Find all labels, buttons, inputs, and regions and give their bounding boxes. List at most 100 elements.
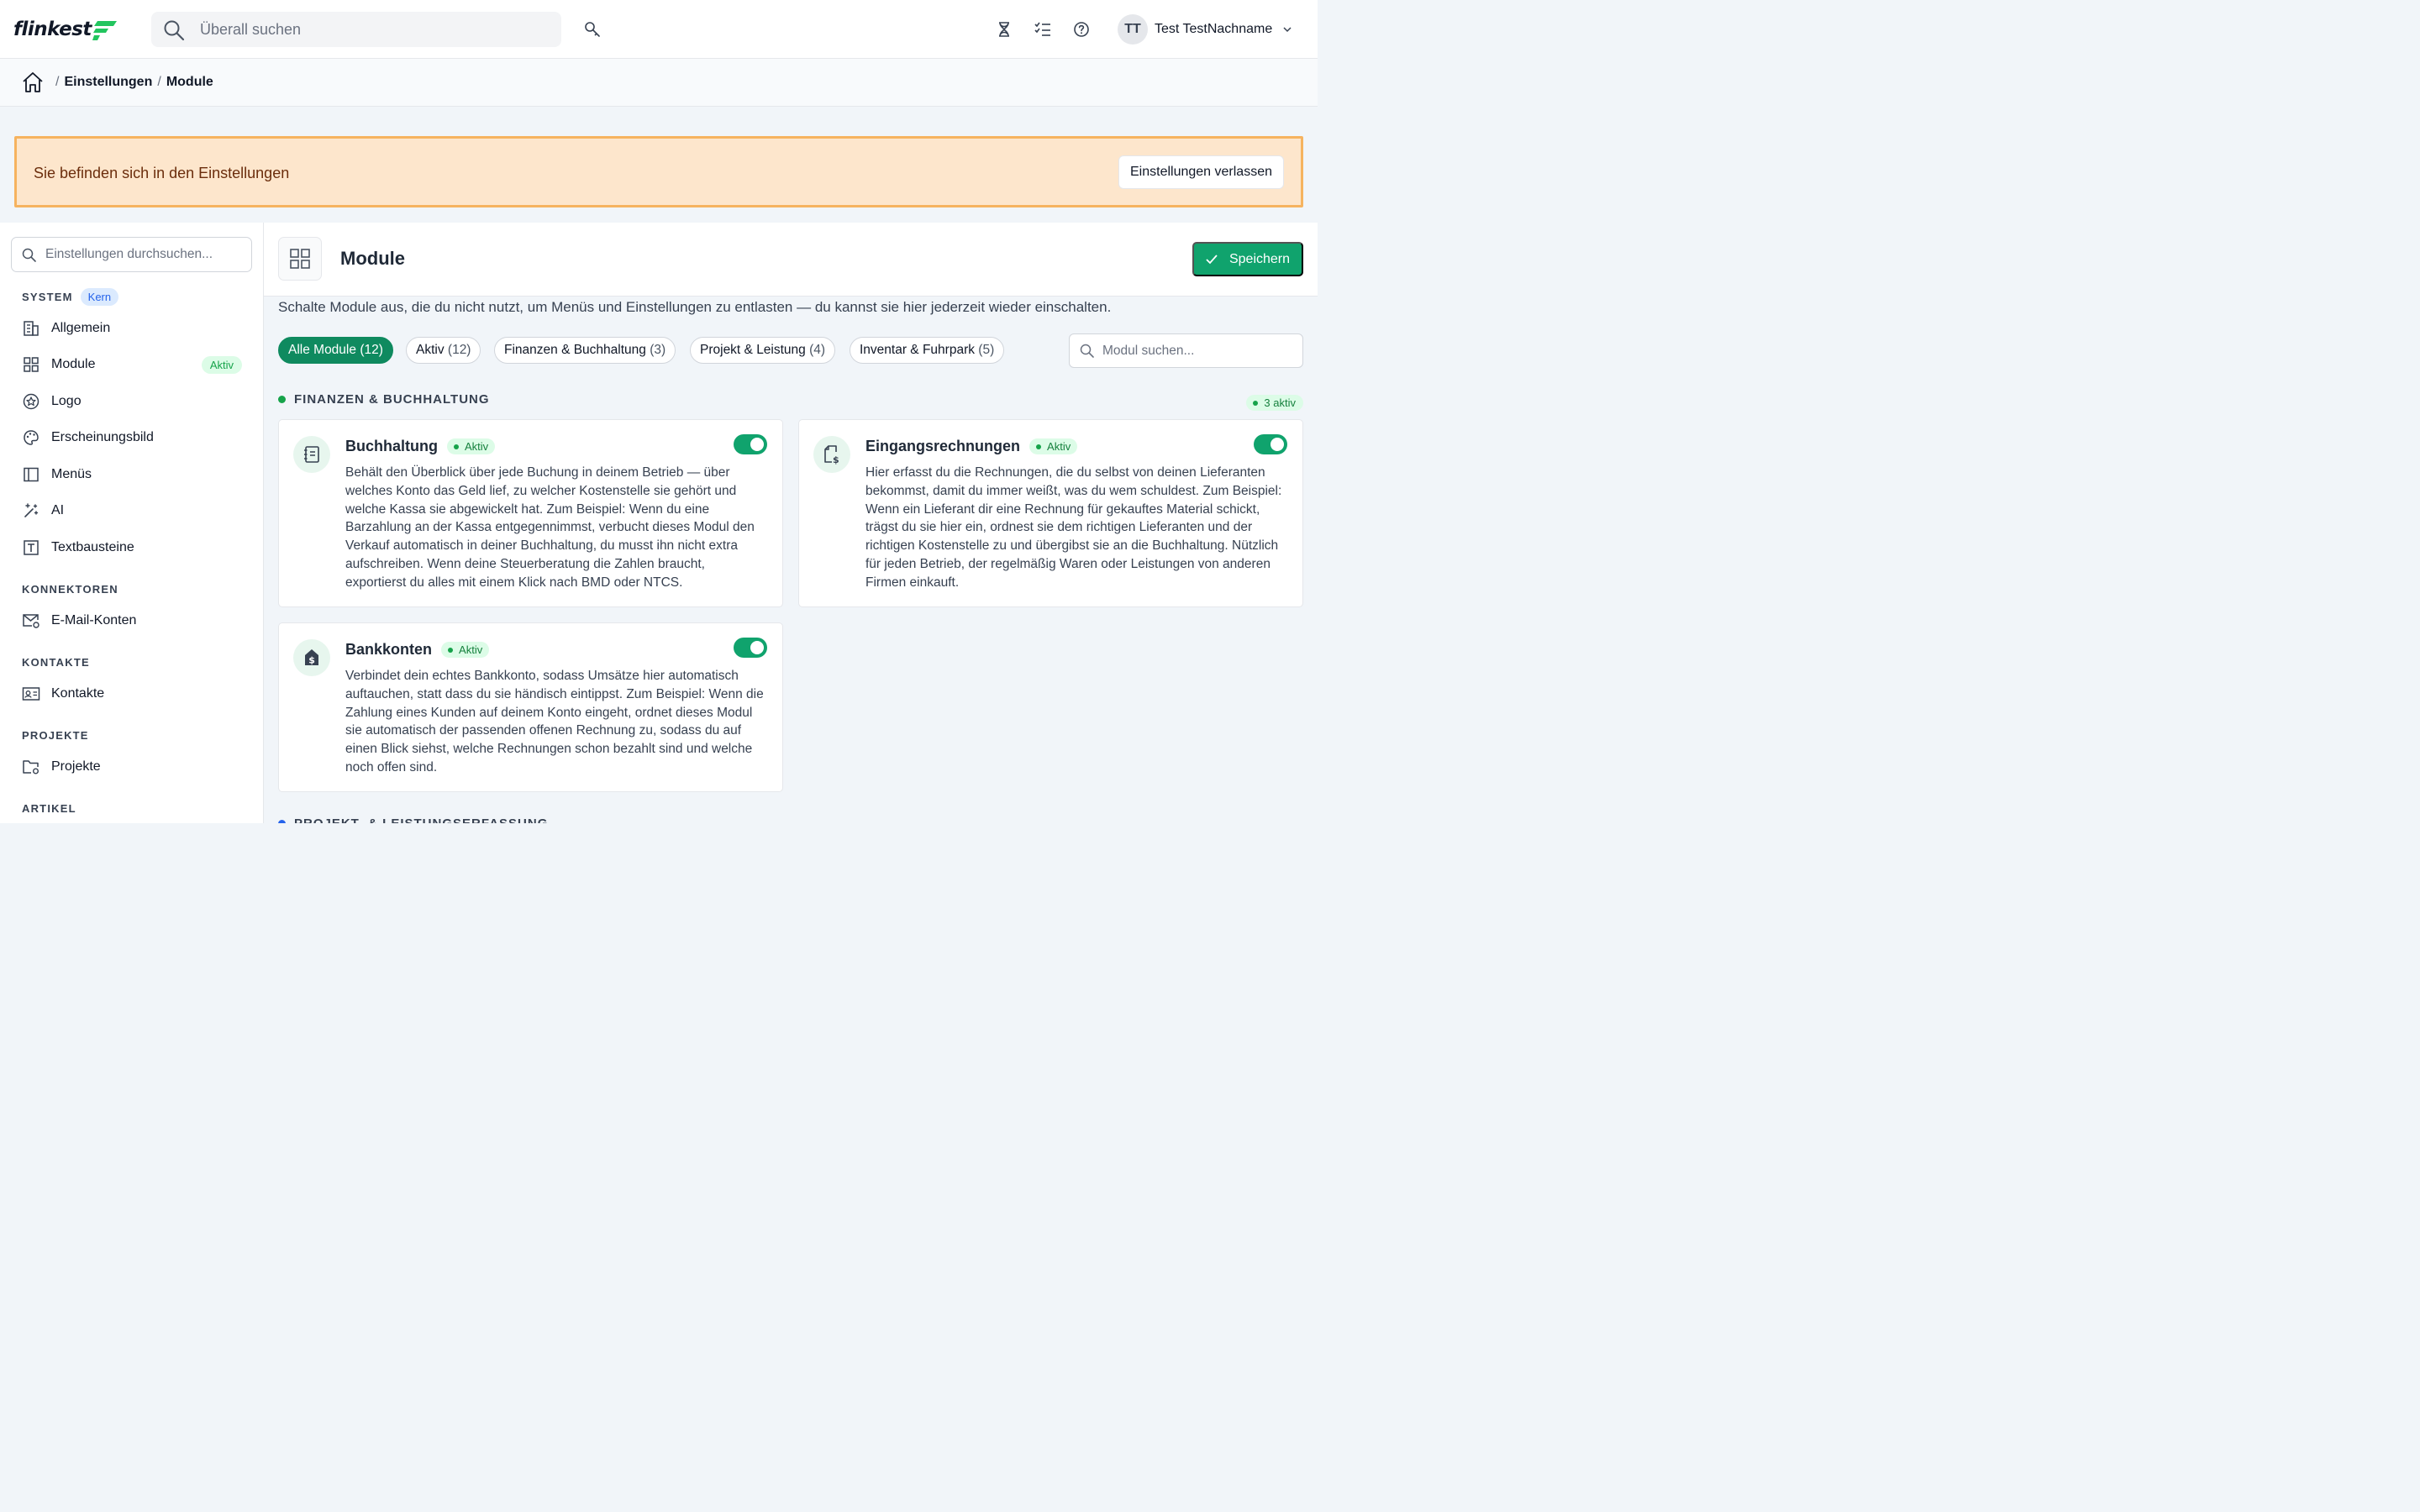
hourglass-icon[interactable]	[995, 20, 1013, 39]
app-logo[interactable]: flinkest	[13, 15, 118, 44]
bank-dollar-icon: $	[293, 639, 330, 676]
filter-chip-finanzen[interactable]: Finanzen & Buchhaltung (3)	[494, 337, 676, 364]
sidebar-item-label: E-Mail-Konten	[51, 613, 137, 627]
module-search-placeholder: Modul suchen...	[1102, 344, 1195, 358]
filter-chip-projekt[interactable]: Projekt & Leistung (4)	[690, 337, 836, 364]
chip-label: Finanzen & Buchhaltung	[504, 343, 646, 357]
module-search-input[interactable]: Modul suchen...	[1069, 333, 1303, 368]
magic-wand-icon	[22, 501, 40, 520]
settings-search-input[interactable]: Einstellungen durchsuchen...	[11, 237, 252, 272]
sidebar-item-label: Projekte	[51, 759, 101, 774]
status-badge: Aktiv	[441, 642, 490, 658]
filter-chip-alle[interactable]: Alle Module (12)	[278, 337, 393, 364]
svg-text:$: $	[833, 454, 839, 465]
breadcrumb-separator: /	[55, 75, 60, 89]
sidebar-item-projekte[interactable]: Projekte	[22, 754, 242, 780]
settings-search-placeholder: Einstellungen durchsuchen...	[45, 247, 213, 261]
filter-chip-aktiv[interactable]: Aktiv (12)	[406, 337, 481, 364]
search-icon	[1080, 344, 1095, 359]
active-count-text: 3 aktiv	[1264, 396, 1296, 409]
avatar: TT	[1118, 14, 1148, 45]
module-name: Bankkonten	[345, 641, 433, 658]
sidebar-item-module[interactable]: Module Aktiv	[22, 352, 242, 377]
mail-settings-icon	[22, 612, 40, 630]
chip-label: Projekt & Leistung	[700, 343, 806, 357]
key-icon[interactable]	[583, 20, 602, 39]
toggle-knob	[750, 641, 764, 654]
module-description: Verbindet dein echtes Bankkonto, sodass …	[345, 669, 764, 774]
leave-settings-button[interactable]: Einstellungen verlassen	[1118, 155, 1284, 189]
chip-count: (4)	[809, 343, 826, 357]
status-dot	[448, 647, 454, 653]
user-menu[interactable]: TT Test TestNachname	[1118, 14, 1292, 45]
module-name: Eingangsrechnungen	[865, 438, 1021, 454]
status-dot	[1036, 444, 1042, 449]
palette-icon	[22, 428, 40, 447]
sidebar-item-label: Erscheinungsbild	[51, 430, 154, 444]
logo-mark-icon	[92, 21, 117, 40]
kern-badge: Kern	[80, 288, 119, 306]
grid-icon	[22, 355, 40, 374]
chip-count: (5)	[978, 343, 995, 357]
status-dot	[278, 820, 286, 823]
chip-label: Inventar & Fuhrpark	[860, 343, 975, 357]
global-search-input[interactable]: Überall suchen	[151, 12, 561, 47]
filter-chip-inventar[interactable]: Inventar & Fuhrpark (5)	[850, 337, 1005, 364]
sidebar-item-menues[interactable]: Menüs	[22, 462, 242, 487]
sidebar-item-allgemein[interactable]: Allgemein	[22, 316, 242, 341]
save-button[interactable]: Speichern	[1192, 242, 1303, 276]
sidebar-item-ai[interactable]: AI	[22, 498, 242, 523]
chip-count: (3)	[650, 343, 666, 357]
search-icon	[22, 248, 37, 263]
chip-label: Aktiv	[416, 343, 445, 357]
group-title-finanzen: FINANZEN & BUCHHALTUNG	[278, 392, 490, 407]
ledger-icon	[293, 436, 330, 473]
star-badge-icon	[22, 392, 40, 411]
module-title: Eingangsrechnungen Aktiv	[865, 438, 1078, 455]
breadcrumb-separator: /	[157, 75, 161, 89]
status-dot	[278, 396, 286, 403]
page-title: Module	[340, 248, 405, 269]
section-title: KONTAKTE	[22, 656, 90, 669]
module-title: Bankkonten Aktiv	[345, 641, 490, 659]
group-title-text: PROJEKT- & LEISTUNGSERFASSUNG	[294, 816, 548, 823]
sidebar-item-label: AI	[51, 503, 65, 517]
breadcrumb-trail: / Einstellungen / Module	[55, 75, 213, 90]
section-title: KONNEKTOREN	[22, 583, 118, 596]
sidebar-section-projekte: PROJEKTE	[22, 729, 89, 742]
sidebar-item-label: Menüs	[51, 467, 92, 481]
status-dot	[454, 444, 459, 449]
chip-count: (12)	[360, 343, 383, 357]
page-description: Schalte Module aus, die du nicht nutzt, …	[278, 299, 1112, 315]
global-search-placeholder: Überall suchen	[200, 21, 302, 38]
sidebar-item-kontakte[interactable]: Kontakte	[22, 681, 242, 706]
module-toggle-eingangsrechnungen[interactable]	[1254, 434, 1287, 454]
svg-text:$: $	[308, 655, 315, 666]
sidebar-item-email-konten[interactable]: E-Mail-Konten	[22, 608, 242, 633]
active-count-badge: 3 aktiv	[1246, 395, 1303, 411]
sidebar-item-label: Logo	[51, 394, 82, 408]
chip-label: Alle Module	[288, 343, 356, 357]
sidebar-item-logo[interactable]: Logo	[22, 389, 242, 414]
sidebar-item-label: Allgemein	[51, 321, 111, 335]
module-toggle-buchhaltung[interactable]	[734, 434, 767, 454]
toggle-knob	[750, 438, 764, 451]
sidebar-section-konnektoren: KONNEKTOREN	[22, 583, 118, 596]
help-icon[interactable]	[1072, 20, 1091, 39]
chevron-down-icon	[1282, 26, 1292, 33]
sidebar-section-system: SYSTEM Kern	[22, 288, 119, 306]
sidebar-item-label: Textbausteine	[51, 540, 134, 554]
breadcrumb-item-einstellungen[interactable]: Einstellungen	[64, 75, 152, 90]
sidebar-item-textbausteine[interactable]: Textbausteine	[22, 535, 242, 560]
checklist-icon[interactable]	[1034, 20, 1052, 39]
toggle-knob	[1270, 438, 1284, 451]
status-badge: Aktiv	[201, 355, 242, 374]
sidebar-item-label: Module	[51, 357, 96, 371]
module-toggle-bankkonten[interactable]	[734, 638, 767, 658]
sidebar-item-erscheinungsbild[interactable]: Erscheinungsbild	[22, 425, 242, 450]
home-icon[interactable]	[22, 71, 44, 93]
section-title: SYSTEM	[22, 291, 73, 303]
module-card-bankkonten: $ Bankkonten Aktiv Verbindet dein echtes…	[278, 622, 783, 792]
status-text: Aktiv	[1047, 440, 1071, 453]
module-title: Buchhaltung Aktiv	[345, 438, 496, 455]
